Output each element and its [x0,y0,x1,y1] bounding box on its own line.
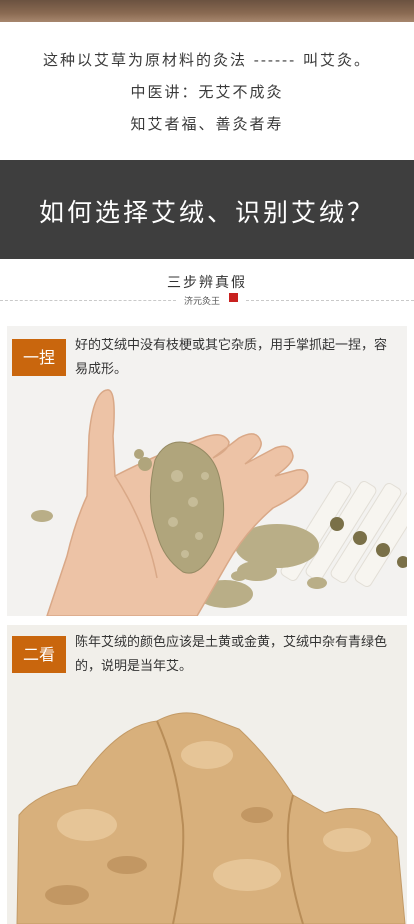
step-card-look: 二看 陈年艾绒的颜色应该是土黄或金黄，艾绒中杂有青绿色的，说明是当年艾。 [7,625,407,924]
brand-name: 济元灸王 [184,297,221,307]
intro-line-3: 知艾者福、善灸者寿 [130,115,284,133]
intro-line-2: 中医讲：无艾不成灸 [130,83,284,101]
step-card-pinch: 一捏 好的艾绒中没有枝梗或其它杂质，用手掌抓起一捏，容易成形。 [7,326,407,616]
steps-title: 三步辨真假 [167,275,247,291]
divider-left [0,300,176,301]
top-photo-strip [0,0,414,22]
brand-seal [229,293,238,302]
golden-moxa-photo [16,712,406,924]
intro-section: 这种以艾草为原材料的灸法 ------ 叫艾灸。 中医讲：无艾不成灸 知艾者福、… [0,22,414,160]
section-banner: 如何选择艾绒、识别艾绒？ [0,160,414,259]
hand-moxa-photo [31,389,407,616]
intro-line-1: 这种以艾草为原材料的灸法 ------ 叫艾灸。 [43,51,371,69]
banner-title: 如何选择艾绒、识别艾绒？ [38,198,375,227]
divider-right [246,300,414,301]
